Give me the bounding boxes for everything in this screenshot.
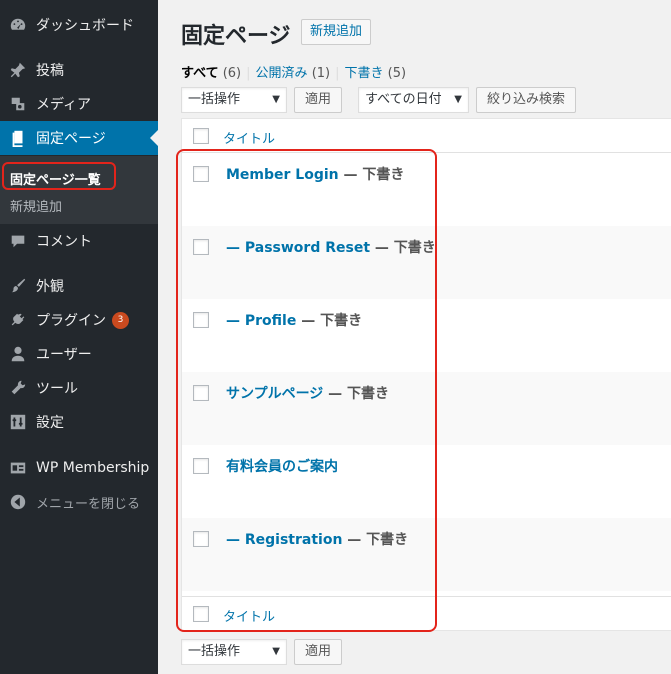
menu-appearance[interactable]: 外観 xyxy=(0,269,158,303)
menu-media[interactable]: メディア xyxy=(0,87,158,121)
bulk-action-value: 一括操作 xyxy=(188,92,241,107)
admin-sidebar: ダッシュボード 投稿 メディア 固定ページ 固定ページ一覧 新規追加 コメント … xyxy=(0,0,158,674)
status-filters: すべて (6) | 公開済み (1) | 下書き (5) xyxy=(181,62,406,81)
menu-comments[interactable]: コメント xyxy=(0,224,158,258)
active-menu-arrow xyxy=(150,130,158,146)
highlight-box xyxy=(176,149,437,632)
bulk-action-value: 一括操作 xyxy=(188,644,241,659)
menu-pages[interactable]: 固定ページ xyxy=(0,121,158,155)
comment-icon xyxy=(8,231,28,251)
menu-appearance-label: 外観 xyxy=(36,279,64,295)
apply-button[interactable]: 適用 xyxy=(294,87,343,113)
table-header: タイトル xyxy=(182,119,671,153)
select-all-checkbox[interactable] xyxy=(193,128,209,144)
menu-plugins[interactable]: プラグイン 3 xyxy=(0,303,158,337)
apply-button-bottom[interactable]: 適用 xyxy=(294,639,343,665)
filter-all[interactable]: すべて xyxy=(181,66,219,81)
column-title-header[interactable]: タイトル xyxy=(223,128,275,147)
brush-icon xyxy=(8,276,28,296)
date-filter-select[interactable]: すべての日付 ▼ xyxy=(358,87,469,113)
menu-posts[interactable]: 投稿 xyxy=(0,53,158,87)
main-content: 固定ページ 新規追加 すべて (6) | 公開済み (1) | 下書き (5) 一括操作… xyxy=(158,0,671,674)
dropdown-caret-icon: ▼ xyxy=(272,94,280,105)
menu-plugins-label: プラグイン xyxy=(36,313,106,329)
submenu-add-new[interactable]: 新規追加 xyxy=(10,196,62,215)
filter-drafts-count: (5) xyxy=(387,66,407,81)
menu-comments-label: コメント xyxy=(36,234,92,250)
menu-collapse[interactable]: メニューを閉じる xyxy=(0,485,158,519)
bulk-action-select-bottom[interactable]: 一括操作 ▼ xyxy=(181,639,287,665)
separator: | xyxy=(335,66,340,81)
plugin-update-badge: 3 xyxy=(112,311,129,329)
menu-collapse-label: メニューを閉じる xyxy=(36,496,141,512)
filter-all-count: (6) xyxy=(222,66,242,81)
menu-tools[interactable]: ツール xyxy=(0,371,158,405)
pushpin-icon xyxy=(8,60,28,80)
page-title: 固定ページ xyxy=(181,24,291,49)
menu-tools-label: ツール xyxy=(36,381,78,397)
menu-dashboard-label: ダッシュボード xyxy=(36,18,134,34)
add-new-button[interactable]: 新規追加 xyxy=(301,19,372,45)
menu-users[interactable]: ユーザー xyxy=(0,337,158,371)
menu-settings-label: 設定 xyxy=(36,415,64,431)
dashboard-icon xyxy=(8,15,28,35)
menu-dashboard[interactable]: ダッシュボード xyxy=(0,8,158,42)
separator: | xyxy=(246,66,251,81)
date-filter-value: すべての日付 xyxy=(365,92,442,107)
menu-users-label: ユーザー xyxy=(36,347,92,363)
menu-posts-label: 投稿 xyxy=(36,63,64,79)
menu-media-label: メディア xyxy=(36,97,92,113)
media-icon xyxy=(8,94,28,114)
collapse-arrow-icon xyxy=(8,492,28,512)
filter-button[interactable]: 絞り込み検索 xyxy=(476,87,577,113)
highlight-box xyxy=(2,162,116,190)
dropdown-caret-icon: ▼ xyxy=(454,94,462,105)
plugin-icon xyxy=(8,310,28,330)
menu-wp-membership[interactable]: WP Membership xyxy=(0,451,158,485)
menu-settings[interactable]: 設定 xyxy=(0,405,158,439)
filter-published-count: (1) xyxy=(311,66,331,81)
bulk-action-select[interactable]: 一括操作 ▼ xyxy=(181,87,287,113)
menu-wp-membership-label: WP Membership xyxy=(36,460,150,476)
membership-icon xyxy=(8,458,28,478)
pages-submenu: 固定ページ一覧 新規追加 xyxy=(0,156,158,224)
filter-published[interactable]: 公開済み xyxy=(256,66,308,81)
menu-pages-label: 固定ページ xyxy=(36,131,106,147)
filter-drafts[interactable]: 下書き xyxy=(345,66,384,81)
user-icon xyxy=(8,344,28,364)
wrench-icon xyxy=(8,378,28,398)
pages-icon xyxy=(8,128,28,148)
dropdown-caret-icon: ▼ xyxy=(272,646,280,657)
settings-icon xyxy=(8,412,28,432)
